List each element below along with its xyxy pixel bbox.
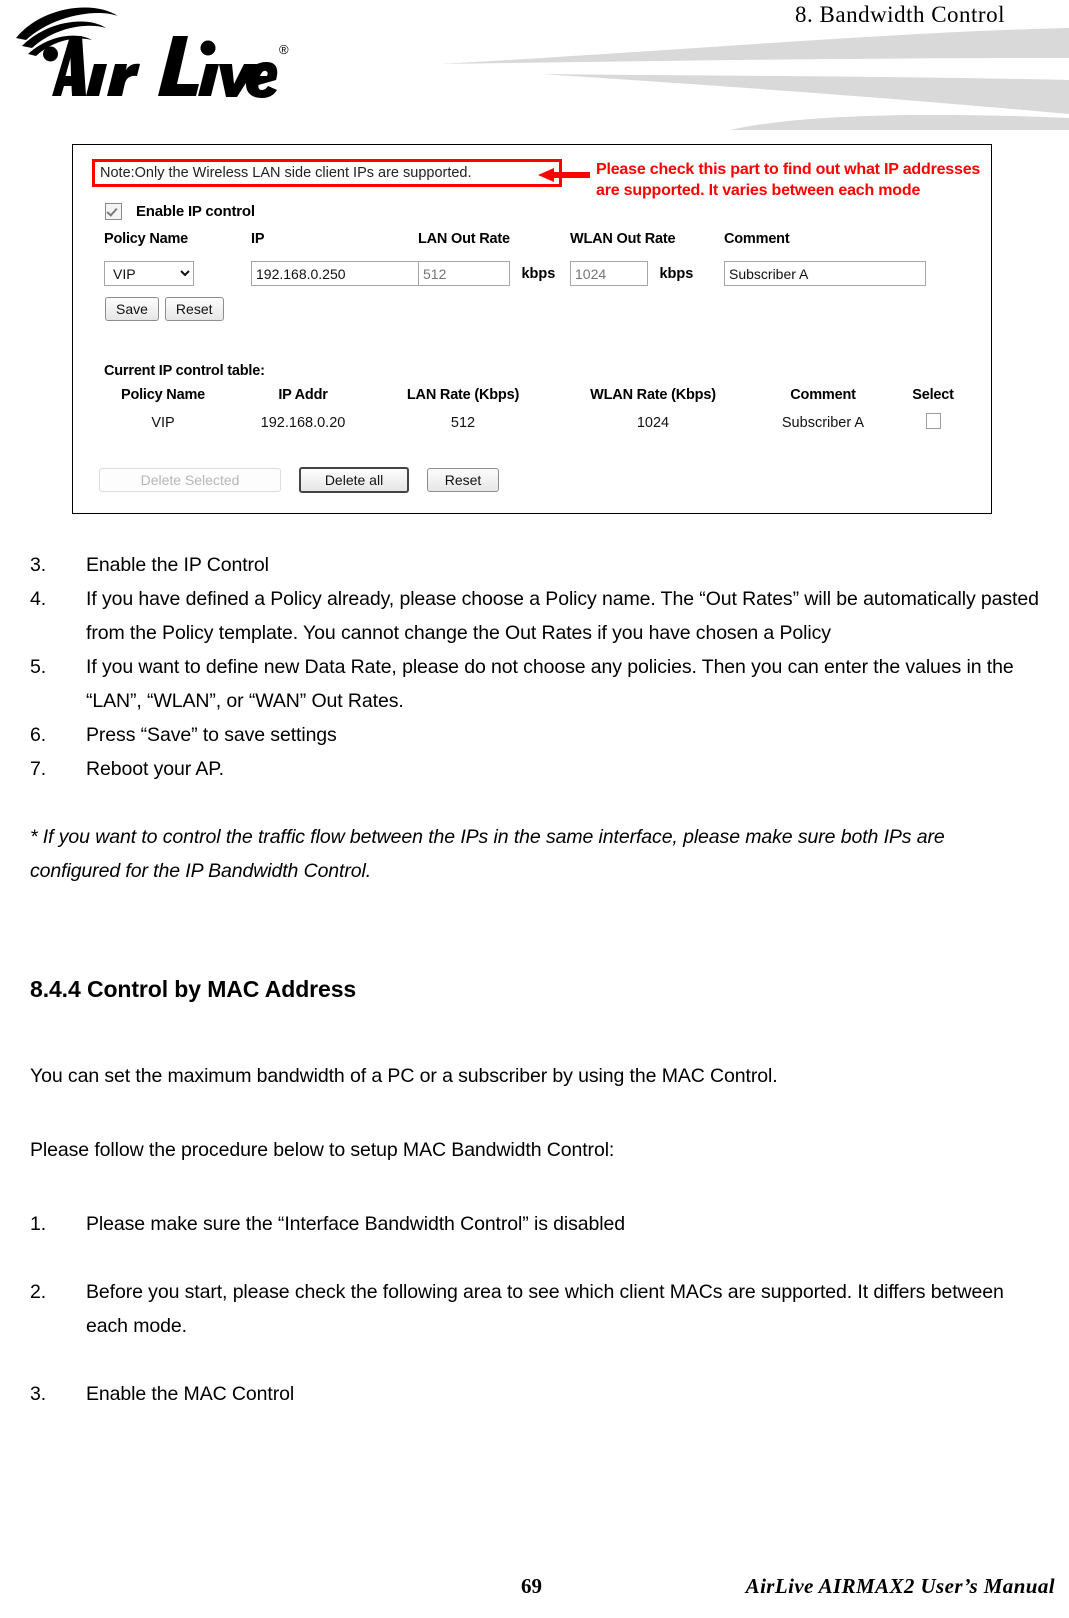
delete-all-button[interactable]: Delete all — [299, 467, 409, 493]
enable-ip-control-label: Enable IP control — [136, 203, 255, 220]
list-item-number: 3. — [30, 1383, 47, 1405]
current-ip-control-table-caption: Current IP control table: — [104, 363, 265, 379]
mac-procedure-lead-paragraph: Please follow the procedure below to set… — [30, 1139, 615, 1161]
form-header-lan-out-rate: LAN Out Rate — [418, 231, 510, 247]
list-item-number: 6. — [30, 724, 47, 746]
cell-wlan-rate: 1024 — [636, 415, 670, 431]
list-item: 3. Enable the MAC Control — [30, 1377, 1040, 1411]
row-select-checkbox[interactable] — [925, 413, 941, 429]
bandwidth-control-note-paragraph: * If you want to control the traffic flo… — [30, 826, 945, 882]
callout-text: Please check this part to find out what … — [596, 159, 1069, 201]
cell-select[interactable] — [893, 413, 973, 433]
col-ip-addr: IP Addr — [278, 387, 328, 403]
cell-ip-addr: 192.168.0.20 — [260, 415, 346, 431]
policy-name-select[interactable]: VIP — [104, 261, 194, 286]
ip-control-steps-list: 3. Enable the IP Control 4. If you have … — [30, 548, 1040, 786]
enable-ip-control-row[interactable]: Enable IP control — [105, 203, 255, 220]
col-select: Select — [912, 387, 954, 403]
lan-out-rate-units: kbps — [521, 265, 556, 282]
ip-input-wrap[interactable] — [251, 261, 423, 286]
list-item-text: If you want to define new Data Rate, ple… — [86, 656, 1014, 712]
airlive-logo: ® — [16, 7, 289, 98]
form-header-wlan-out-rate: WLAN Out Rate — [570, 231, 676, 247]
list-item: 3. Enable the IP Control — [30, 548, 1040, 582]
list-item-text: Press “Save” to save settings — [86, 724, 337, 746]
wlan-out-rate-units: kbps — [659, 265, 694, 282]
col-lan-rate: LAN Rate (Kbps) — [406, 387, 520, 403]
lan-out-rate-wrap[interactable]: kbps — [418, 261, 555, 286]
cell-lan-rate: 512 — [450, 415, 476, 431]
note-text: Note:Only the Wireless LAN side client I… — [100, 165, 472, 181]
mac-control-steps-list: 1. Please make sure the “Interface Bandw… — [30, 1207, 1040, 1411]
list-item-text: Before you start, please check the follo… — [86, 1281, 1004, 1337]
ip-input[interactable] — [251, 261, 423, 286]
page-footer: 69 AirLive AIRMAX2 User’s Manual — [0, 1574, 1069, 1604]
table-reset-button[interactable]: Reset — [427, 468, 499, 492]
section-heading-8-4-4: 8.4.4 Control by MAC Address — [30, 976, 357, 1002]
list-item: 5. If you want to define new Data Rate, … — [30, 650, 1040, 718]
form-header-comment: Comment — [724, 231, 790, 247]
manual-name: AirLive AIRMAX2 User’s Manual — [745, 1574, 1055, 1598]
list-item: 1. Please make sure the “Interface Bandw… — [30, 1207, 1040, 1241]
comment-input[interactable] — [724, 261, 926, 286]
list-item: 2. Before you start, please check the fo… — [30, 1275, 1040, 1343]
list-item: 6. Press “Save” to save settings — [30, 718, 1040, 752]
delete-selected-button[interactable]: Delete Selected — [99, 468, 281, 492]
form-header-policy-name: Policy Name — [104, 231, 189, 247]
list-item-number: 5. — [30, 656, 47, 678]
cell-policy-name: VIP — [151, 415, 175, 431]
col-comment: Comment — [790, 387, 856, 403]
callout-line-2: are supported. It varies between each mo… — [596, 182, 921, 199]
list-item-number: 1. — [30, 1213, 47, 1235]
enable-ip-control-checkbox[interactable] — [105, 203, 122, 220]
table-header-row: Policy Name IP Addr LAN Rate (Kbps) WLAN… — [93, 387, 973, 413]
form-header-ip: IP — [251, 231, 265, 247]
body-copy: 3. Enable the IP Control 4. If you have … — [30, 548, 1040, 1445]
list-item-number: 7. — [30, 758, 47, 780]
callout-annotation: Please check this part to find out what … — [538, 158, 1068, 208]
list-item-number: 4. — [30, 588, 47, 610]
col-policy-name: Policy Name — [120, 387, 206, 403]
list-item-text: Enable the IP Control — [86, 554, 269, 576]
lan-out-rate-input[interactable] — [418, 261, 510, 286]
reset-button[interactable]: Reset — [164, 297, 224, 321]
list-item-number: 3. — [30, 554, 47, 576]
form-action-buttons: Save Reset — [105, 297, 224, 321]
left-arrow-icon — [538, 168, 590, 182]
page-header: 8. Bandwidth Control ® — [0, 0, 1069, 130]
header-swoosh-graphic — [440, 28, 1069, 130]
page-number: 69 — [521, 1574, 542, 1598]
list-item-text: Reboot your AP. — [86, 758, 224, 780]
list-item: 4. If you have defined a Policy already,… — [30, 582, 1040, 650]
list-item-text: Enable the MAC Control — [86, 1383, 295, 1405]
note-highlight-box: Note:Only the Wireless LAN side client I… — [92, 159, 562, 187]
comment-input-wrap[interactable] — [724, 261, 926, 286]
callout-line-1: Please check this part to find out what … — [596, 161, 981, 178]
col-wlan-rate: WLAN Rate (Kbps) — [590, 387, 716, 403]
list-item-text: If you have defined a Policy already, pl… — [86, 588, 1039, 644]
mac-control-intro-paragraph: You can set the maximum bandwidth of a P… — [30, 1065, 778, 1087]
list-item-number: 2. — [30, 1281, 47, 1303]
list-item: 7. Reboot your AP. — [30, 752, 1040, 786]
list-item-text: Please make sure the “Interface Bandwidt… — [86, 1213, 626, 1235]
wlan-out-rate-wrap[interactable]: kbps — [570, 261, 693, 286]
save-button[interactable]: Save — [105, 297, 159, 321]
policy-name-select-wrap[interactable]: VIP — [104, 261, 194, 286]
current-ip-control-table: Policy Name IP Addr LAN Rate (Kbps) WLAN… — [93, 387, 973, 433]
cell-comment: Subscriber A — [781, 415, 865, 431]
table-row: VIP 192.168.0.20 512 1024 Subscriber A — [93, 413, 973, 433]
svg-text:®: ® — [279, 42, 289, 57]
table-action-buttons: Delete Selected Delete all Reset — [99, 467, 499, 493]
wlan-out-rate-input[interactable] — [570, 261, 648, 286]
